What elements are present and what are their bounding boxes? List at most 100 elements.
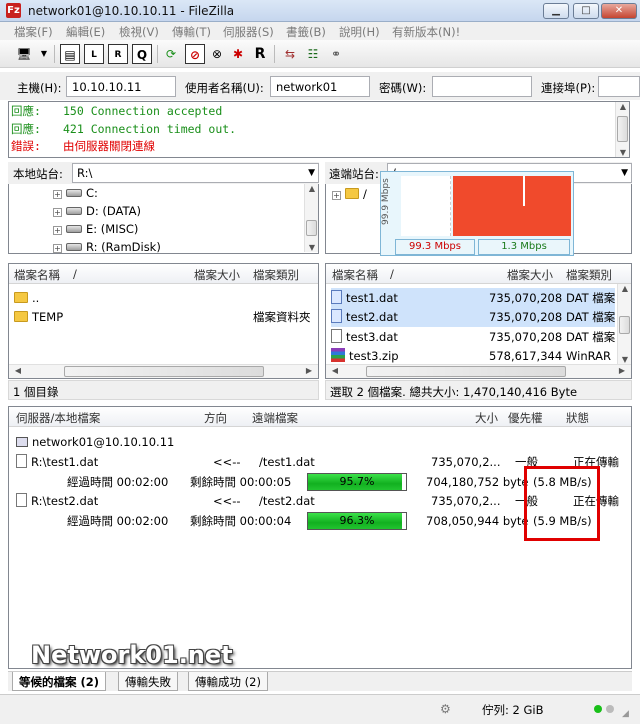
col-size[interactable]: 大小 (475, 410, 498, 426)
close-button[interactable]: ✕ (601, 3, 637, 19)
remote-list-vscroll[interactable]: ▲ ▼ (617, 284, 631, 364)
transfer-queue[interactable]: 伺服器/本地檔案 方向 遠端檔案 大小 優先權 狀態 network01@10.… (8, 406, 632, 669)
menu-server[interactable]: 伺服器(S) (223, 24, 274, 40)
col-server[interactable]: 伺服器/本地檔案 (16, 410, 100, 426)
file-icon (16, 493, 27, 507)
compare-icon[interactable]: ☷ (303, 44, 323, 64)
col-type[interactable]: 檔案類別 (566, 267, 612, 283)
tab-successful-transfers[interactable]: 傳輸成功 (2) (188, 672, 268, 691)
local-tree-scrollbar[interactable]: ▲ ▼ (304, 184, 318, 252)
menu-help[interactable]: 說明(H) (339, 24, 380, 40)
user-label: 使用者名稱(U): (185, 81, 264, 95)
menu-new-version[interactable]: 有新版本(N)! (392, 24, 460, 40)
log-scrollbar[interactable]: ▲ ▼ (615, 102, 629, 157)
list-item[interactable]: TEMP 檔案資料夾 (14, 307, 314, 327)
port-label: 連接埠(P): (541, 81, 596, 95)
col-type[interactable]: 檔案類別 (253, 267, 299, 283)
transfer-progress-bar: 96.3% (307, 512, 407, 530)
menu-edit[interactable]: 編輯(E) (66, 24, 105, 40)
remote-file-list[interactable]: 檔案名稱 / 檔案大小 檔案類別 test1.dat 735,070,208 DAT… (325, 263, 632, 379)
local-site-label: 本地站台: (13, 167, 63, 181)
user-input[interactable]: network01 (270, 76, 370, 97)
highlight-box (524, 466, 600, 541)
log-line: 回應: 150 Connection accepted (11, 104, 223, 118)
queue-tabs: 等候的檔案 (2) 傳輸失敗 傳輸成功 (2) (8, 671, 632, 691)
local-tree[interactable]: + C: + D: (DATA) + E: (MISC) + R: (RamDisk) … (8, 184, 319, 254)
chevron-down-icon[interactable]: ▼ (308, 168, 315, 178)
menu-view[interactable]: 檢視(V) (119, 24, 159, 40)
reconnect-icon[interactable]: R (250, 44, 270, 64)
title-bar: Fz network01@10.10.10.11 - FileZilla ▁ □… (0, 0, 640, 22)
list-item[interactable]: test3.zip 578,617,344 WinRAR (331, 346, 615, 366)
tree-item-d[interactable]: + D: (DATA) (53, 201, 141, 221)
resize-grip-icon[interactable]: ◢ (622, 709, 629, 719)
folder-icon (345, 188, 359, 199)
local-list-hscroll[interactable]: ◀ ▶ (9, 364, 318, 378)
local-file-list[interactable]: 檔案名稱 / 檔案大小 檔案類別 .. TEMP 檔案資料夾 ◀ ▶ (8, 263, 319, 379)
upload-speed-value: 1.3 Mbps (478, 239, 570, 255)
col-priority[interactable]: 優先權 (508, 410, 543, 426)
tree-item-c[interactable]: + C: (53, 183, 98, 203)
col-remote-file[interactable]: 遠端檔案 (252, 410, 298, 426)
col-size[interactable]: 檔案大小 (194, 267, 240, 283)
file-icon (331, 329, 342, 343)
toggle-queue-icon[interactable]: Q (132, 44, 152, 64)
col-size[interactable]: 檔案大小 (507, 267, 553, 283)
host-input[interactable]: 10.10.10.11 (66, 76, 176, 97)
quickconnect-bar: 主機(H): 10.10.10.11 使用者名稱(U): network01 密… (0, 72, 640, 100)
maximize-button[interactable]: □ (573, 3, 599, 19)
remote-list-hscroll[interactable]: ◀ ▶ (326, 364, 631, 378)
filter-icon[interactable]: ⇆ (280, 44, 300, 64)
tab-queued-files[interactable]: 等候的檔案 (2) (12, 672, 107, 691)
window-title: network01@10.10.10.11 - FileZilla (28, 4, 235, 18)
log-line: 回應: 421 Connection timed out. (11, 122, 237, 136)
process-queue-icon[interactable]: ⊘ (185, 44, 205, 64)
col-name[interactable]: 檔案名稱 (332, 267, 378, 283)
col-direction[interactable]: 方向 (204, 410, 227, 426)
password-input[interactable] (432, 76, 532, 97)
toggle-remote-tree-icon[interactable]: R (108, 44, 128, 64)
tab-failed-transfers[interactable]: 傳輸失敗 (118, 672, 178, 691)
download-speed-value: 99.3 Mbps (395, 239, 475, 255)
queue-server-row[interactable]: network01@10.10.10.11 (16, 432, 174, 452)
list-item[interactable]: test3.dat 735,070,208 DAT 檔案 (331, 327, 615, 347)
col-status[interactable]: 狀態 (566, 410, 589, 426)
minimize-button[interactable]: ▁ (543, 3, 569, 19)
log-line: 錯誤: 由伺服器關閉連線 (11, 139, 155, 153)
toggle-log-icon[interactable]: ▤ (60, 44, 80, 64)
list-item[interactable]: test2.dat 735,070,208 DAT 檔案 (331, 307, 615, 327)
transfer-progress-bar: 95.7% (307, 473, 407, 491)
site-manager-icon[interactable]: 🖥 (14, 44, 34, 64)
menu-bookmarks[interactable]: 書籤(B) (286, 24, 326, 40)
grey-light-icon (606, 705, 614, 713)
cancel-icon[interactable]: ⊗ (207, 44, 227, 64)
host-label: 主機(H): (17, 81, 62, 95)
remote-list-header: 檔案名稱 / 檔案大小 檔案類別 (326, 264, 631, 284)
filezilla-app-icon: Fz (6, 3, 21, 18)
list-item[interactable]: test1.dat 735,070,208 DAT 檔案 (331, 288, 615, 308)
message-log[interactable]: 回應: 150 Connection accepted 回應: 421 Connec… (8, 101, 630, 158)
port-input[interactable] (598, 76, 640, 97)
sync-browse-icon[interactable]: ⚭ (326, 44, 346, 64)
list-item[interactable]: .. (14, 288, 39, 308)
local-list-header: 檔案名稱 / 檔案大小 檔案類別 (9, 264, 318, 284)
tree-item-e[interactable]: + E: (MISC) (53, 219, 138, 239)
tree-item-root[interactable]: + / (332, 184, 367, 204)
server-icon (16, 437, 28, 447)
tree-item-r[interactable]: + R: (RamDisk) (53, 237, 161, 257)
menu-transfer[interactable]: 傳輸(T) (172, 24, 211, 40)
drive-icon (66, 225, 82, 233)
menu-file[interactable]: 檔案(F) (14, 24, 53, 40)
remote-tree-pane: 遠端站台: /▼ +/ 99.9 Mbps 99.3 Mbps 1.3 Mbps (325, 162, 632, 256)
speed-graph: 99.9 Mbps 99.3 Mbps 1.3 Mbps (380, 171, 574, 256)
chevron-down-icon[interactable]: ▼ (621, 168, 628, 178)
folder-icon (14, 311, 28, 322)
remote-status: 選取 2 個檔案. 總共大小: 1,470,140,416 Byte (325, 380, 632, 400)
local-path-input[interactable]: R:\ ▼ (72, 163, 319, 183)
refresh-icon[interactable]: ⟳ (161, 44, 181, 64)
queue-manager-icon[interactable]: ⚙ (440, 702, 451, 716)
dropdown-arrow-icon[interactable]: ▼ (34, 44, 54, 64)
disconnect-icon[interactable]: ✱ (228, 44, 248, 64)
col-name[interactable]: 檔案名稱 (14, 267, 60, 283)
toggle-local-tree-icon[interactable]: L (84, 44, 104, 64)
